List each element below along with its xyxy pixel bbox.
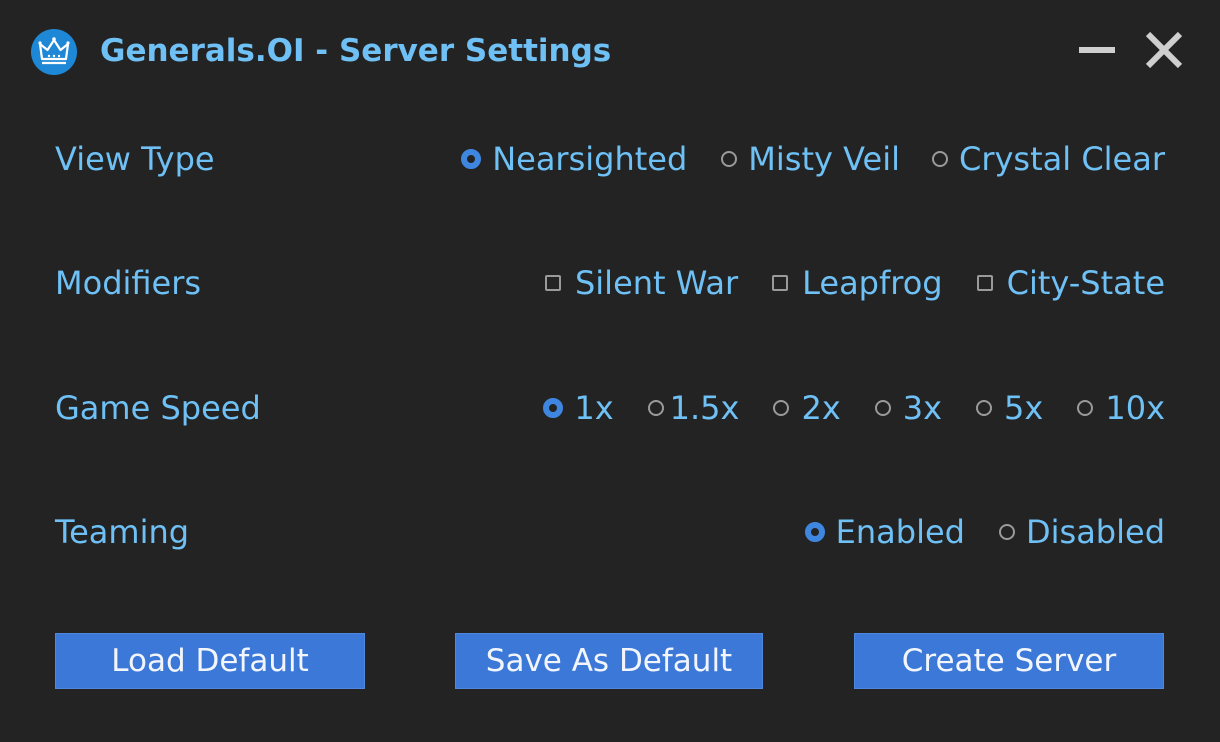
modifier-silent-war[interactable]: Silent War [544, 259, 739, 307]
view-type-label: View Type [55, 140, 215, 178]
game-speed-option-5x[interactable]: 5x [976, 384, 1043, 432]
option-label: Disabled [1025, 513, 1165, 551]
radio-icon[interactable] [773, 400, 790, 416]
teaming-label: Teaming [55, 513, 190, 551]
checkbox-icon[interactable] [772, 275, 789, 291]
radio-selected-icon[interactable] [804, 522, 825, 542]
game-speed-option-2x[interactable]: 2x [773, 384, 841, 432]
option-label: Silent War [574, 264, 739, 302]
radio-icon[interactable] [1077, 400, 1094, 416]
option-label: Leapfrog [802, 264, 943, 302]
option-label: Crystal Clear [958, 140, 1165, 178]
modifier-city-state[interactable]: City-State [976, 259, 1165, 307]
minimize-icon [1079, 47, 1115, 53]
create-server-button[interactable]: Create Server [854, 633, 1164, 689]
crown-icon [31, 29, 77, 75]
game-speed-option-10x[interactable]: 10x [1077, 384, 1165, 432]
game-speed-option-1x[interactable]: 1x [543, 384, 614, 432]
modifier-leapfrog[interactable]: Leapfrog [772, 259, 943, 307]
option-label: 5x [1004, 389, 1044, 427]
view-type-option-crystal-clear[interactable]: Crystal Clear [931, 135, 1165, 183]
game-speed-row: Game Speed 1x 1.5x 2x 3x 5x 10x [55, 384, 1165, 432]
teaming-options: Enabled Disabled [804, 508, 1165, 556]
option-label: 3x [902, 389, 943, 427]
option-label: Misty Veil [748, 140, 900, 178]
checkbox-icon[interactable] [976, 275, 993, 291]
option-label: 1.5x [669, 389, 740, 427]
modifiers-options: Silent War Leapfrog City-State [544, 259, 1165, 307]
option-label: Nearsighted [492, 140, 688, 178]
teaming-option-enabled[interactable]: Enabled [804, 508, 965, 556]
radio-icon[interactable] [647, 400, 664, 416]
window-title: Generals.OI - Server Settings [100, 33, 612, 69]
radio-icon[interactable] [874, 400, 891, 416]
view-type-options: Nearsighted Misty Veil Crystal Clear [461, 135, 1165, 183]
title-bar: Generals.OI - Server Settings [0, 0, 1220, 104]
game-speed-option-1-5x[interactable]: 1.5x [647, 384, 740, 432]
modifiers-label: Modifiers [55, 264, 202, 302]
radio-selected-icon[interactable] [543, 398, 564, 418]
game-speed-label: Game Speed [55, 389, 261, 427]
radio-icon[interactable] [998, 524, 1015, 540]
option-label: Enabled [835, 513, 965, 551]
close-button[interactable] [1142, 28, 1186, 72]
save-as-default-button[interactable]: Save As Default [455, 633, 763, 689]
teaming-option-disabled[interactable]: Disabled [998, 508, 1165, 556]
game-speed-option-3x[interactable]: 3x [874, 384, 943, 432]
minimize-button[interactable] [1075, 28, 1119, 72]
option-label: City-State [1006, 264, 1165, 302]
view-type-option-nearsighted[interactable]: Nearsighted [461, 135, 687, 183]
view-type-row: View Type Nearsighted Misty Veil Crystal… [55, 135, 1165, 183]
game-speed-options: 1x 1.5x 2x 3x 5x 10x [543, 384, 1165, 432]
modifiers-row: Modifiers Silent War Leapfrog City-State [55, 259, 1165, 307]
teaming-row: Teaming Enabled Disabled [55, 508, 1165, 556]
load-default-button[interactable]: Load Default [55, 633, 365, 689]
radio-icon[interactable] [721, 151, 738, 167]
radio-icon[interactable] [931, 151, 948, 167]
option-label: 10x [1105, 389, 1165, 427]
checkbox-icon[interactable] [544, 275, 561, 291]
close-icon [1145, 31, 1183, 69]
option-label: 2x [801, 389, 841, 427]
radio-selected-icon[interactable] [461, 149, 482, 169]
server-settings-window: Generals.OI - Server Settings View Type … [0, 0, 1220, 742]
option-label: 1x [574, 389, 614, 427]
radio-icon[interactable] [976, 400, 993, 416]
view-type-option-misty-veil[interactable]: Misty Veil [721, 135, 900, 183]
